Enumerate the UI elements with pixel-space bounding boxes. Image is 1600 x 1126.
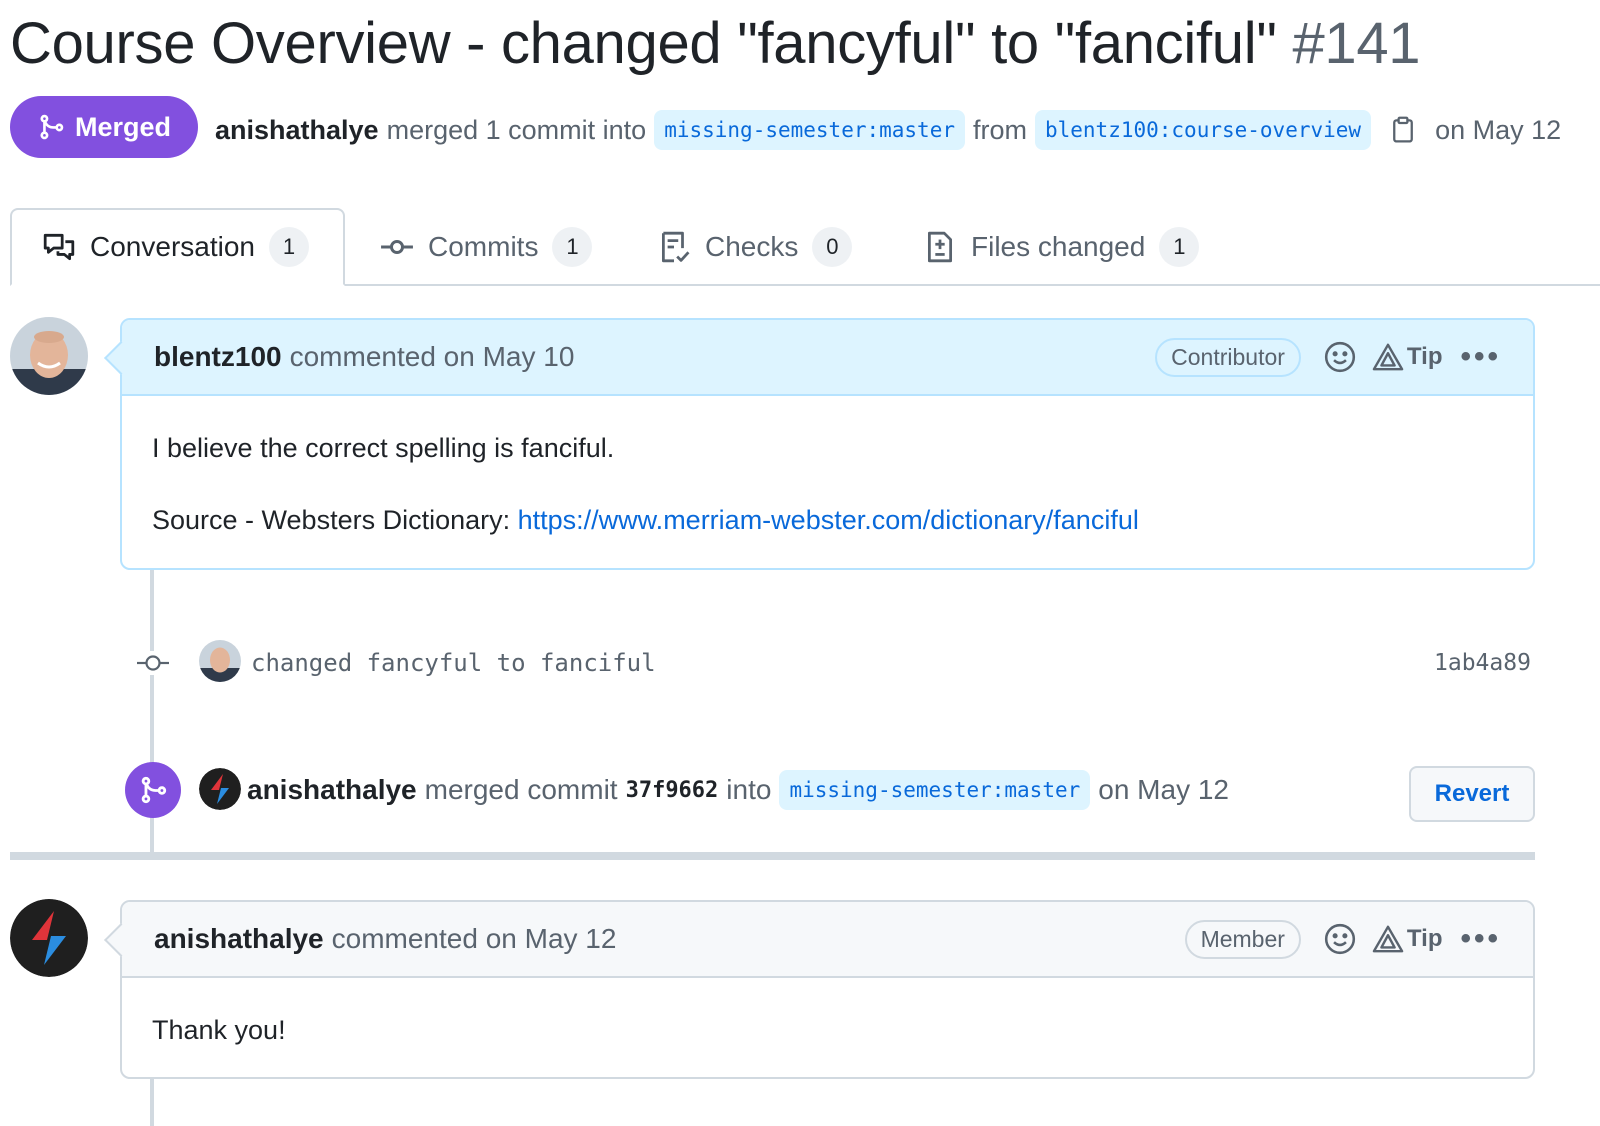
comment-anishathalye: anishathalye commented on May 12 Member …: [120, 900, 1535, 1079]
comment-header: anishathalye commented on May 12 Member …: [122, 902, 1533, 978]
head-branch[interactable]: blentz100:course-overview: [1034, 110, 1372, 150]
avatar-blentz100-small[interactable]: [199, 640, 241, 682]
avatar-anishathalye[interactable]: [10, 899, 88, 977]
from-text: from: [972, 114, 1027, 145]
timeline-end-separator: [10, 852, 1535, 860]
merge-text: merged commit: [424, 774, 618, 805]
tip-label: Tip: [1406, 343, 1443, 370]
git-commit-icon: [136, 651, 170, 675]
tip-label: Tip: [1406, 925, 1443, 952]
merge-commit-sha[interactable]: 37f9662: [626, 778, 719, 803]
git-commit-icon: [381, 239, 413, 255]
comment-header: blentz100 commented on May 10 Contributo…: [122, 320, 1533, 396]
merge-event-badge: [125, 762, 181, 818]
tip-button[interactable]: Tip: [1371, 924, 1443, 954]
tab-counter: 1: [552, 227, 593, 267]
commit-sha[interactable]: 1ab4a89: [1434, 648, 1531, 678]
member-badge: Member: [1184, 919, 1301, 959]
source-link[interactable]: https://www.merriam-webster.com/dictiona…: [518, 505, 1139, 535]
merge-target-branch[interactable]: missing-semester:master: [779, 770, 1091, 810]
triangle-alert-icon: [1372, 925, 1404, 953]
copy-icon[interactable]: [1389, 116, 1417, 144]
base-branch[interactable]: missing-semester:master: [654, 110, 965, 150]
tab-counter: 1: [268, 227, 309, 267]
avatar-anishathalye-small[interactable]: [199, 768, 241, 810]
user-avatar-icon: [10, 317, 88, 395]
merge-summary: merged 1 commit into: [386, 114, 647, 145]
pr-title-text: Course Overview - changed "fancyful" to …: [10, 11, 1277, 76]
comment-author[interactable]: anishathalye: [154, 923, 324, 955]
merge-date: on May 12: [1435, 114, 1562, 145]
kebab-horizontal-icon[interactable]: •••: [1460, 922, 1501, 956]
lightning-logo-icon: [10, 899, 88, 977]
smiley-icon[interactable]: [1323, 922, 1357, 956]
file-diff-icon: [927, 231, 953, 263]
tab-label: Files changed: [971, 231, 1146, 262]
tab-files-changed[interactable]: Files changed 1: [893, 208, 1229, 286]
smiley-icon[interactable]: [1323, 340, 1357, 374]
kebab-horizontal-icon[interactable]: •••: [1460, 340, 1501, 374]
comment-timestamp[interactable]: commented on May 10: [290, 341, 575, 373]
merge-event-line: anishathalye merged commit 37f9662 into …: [247, 768, 1229, 812]
git-merge-icon: [40, 114, 64, 140]
user-avatar-icon: [199, 640, 241, 682]
merge-into-text: into: [726, 774, 772, 805]
tab-checks[interactable]: Checks 0: [627, 208, 882, 286]
contributor-badge: Contributor: [1155, 337, 1301, 377]
lightning-logo-icon: [199, 768, 241, 810]
comment-author[interactable]: blentz100: [154, 341, 282, 373]
comment-timestamp[interactable]: commented on May 12: [332, 923, 617, 955]
revert-button[interactable]: Revert: [1409, 766, 1535, 822]
comment-source-line: Source - Websters Dictionary: https://ww…: [152, 502, 1503, 538]
tab-label: Checks: [705, 231, 799, 262]
merge-event-date[interactable]: on May 12: [1098, 774, 1229, 806]
avatar-blentz100[interactable]: [10, 317, 88, 395]
comment-discussion-icon: [43, 233, 75, 261]
tab-conversation[interactable]: Conversation 1: [10, 208, 345, 286]
checklist-icon: [661, 231, 690, 263]
merge-author[interactable]: anishathalye: [247, 774, 417, 806]
tab-commits[interactable]: Commits 1: [350, 208, 622, 286]
triangle-alert-icon: [1372, 343, 1404, 371]
comment-body: I believe the correct spelling is fancif…: [122, 396, 1533, 560]
comment-text: I believe the correct spelling is fancif…: [152, 433, 615, 463]
tab-counter: 1: [1159, 227, 1200, 267]
pr-meta: anishathalye merged 1 commit into missin…: [215, 106, 1561, 154]
pr-title: Course Overview - changed "fancyful" to …: [10, 6, 1421, 82]
merged-state-badge: Merged: [10, 96, 198, 158]
commit-message[interactable]: changed fancyful to fanciful: [251, 648, 656, 678]
pr-number: #141: [1292, 11, 1421, 76]
comment-text: Thank you!: [152, 1015, 286, 1045]
tip-button[interactable]: Tip: [1371, 342, 1443, 372]
state-label: Merged: [74, 111, 172, 142]
merger-username[interactable]: anishathalye: [215, 115, 379, 146]
tab-counter: 0: [812, 227, 853, 267]
comment-blentz100: blentz100 commented on May 10 Contributo…: [120, 318, 1535, 570]
tab-label: Conversation: [90, 231, 255, 262]
comment-body: Thank you!: [122, 978, 1533, 1070]
git-merge-icon: [141, 776, 167, 804]
source-label: Source - Websters Dictionary:: [152, 505, 511, 535]
timeline-line: [150, 1078, 154, 1126]
tab-label: Commits: [428, 231, 539, 262]
